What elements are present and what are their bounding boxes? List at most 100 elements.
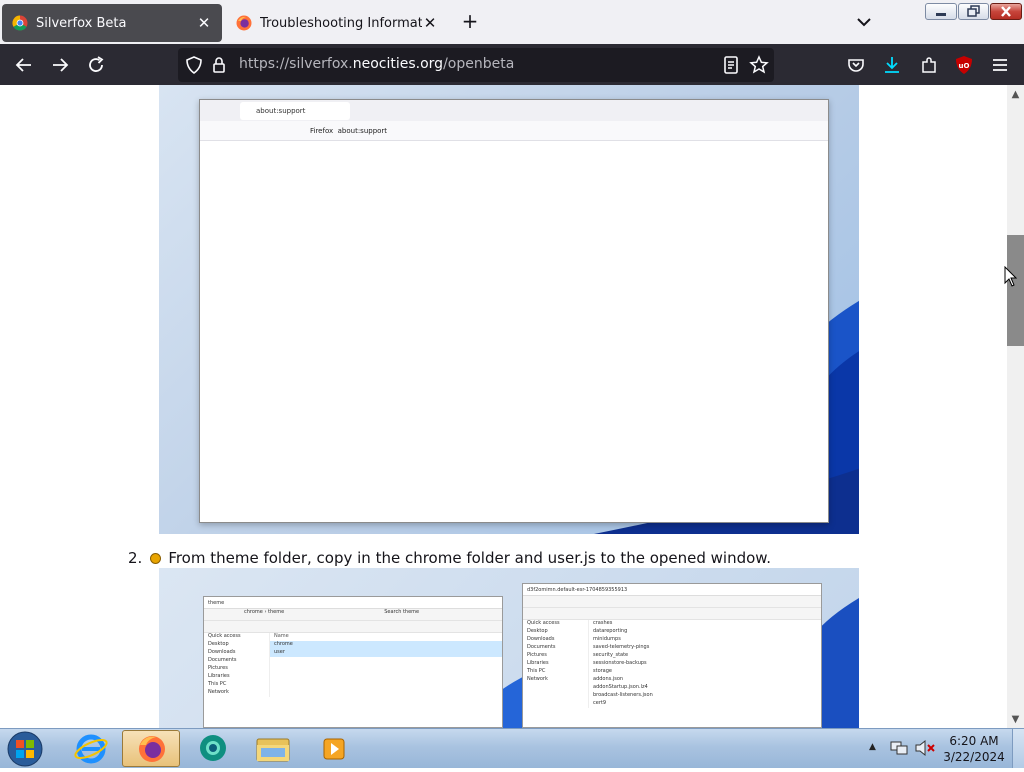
url-text[interactable]: https://silverfox.neocities.org/openbeta <box>239 56 514 72</box>
explorer-nav-pane: Quick access Desktop Downloads Documents… <box>204 633 270 697</box>
file-row: chrome <box>270 641 502 649</box>
new-tab-button[interactable]: + <box>458 10 482 34</box>
inner-nav-bar: Firefox about:support <box>200 121 828 141</box>
forward-arrow-icon[interactable] <box>49 54 71 76</box>
bullet-dot-icon <box>150 552 162 564</box>
pocket-icon[interactable] <box>845 54 867 76</box>
nav-item: Quick access <box>527 620 560 626</box>
inner-tab: about:support <box>240 102 350 120</box>
inner-browser-window: about:support Firefox about:support <box>199 99 829 523</box>
file-row: datareporting <box>593 628 628 634</box>
step2-screenshot: theme chrome › theme Search theme Quick a… <box>159 568 859 728</box>
explorer-address-bar <box>523 596 821 608</box>
tab-strip: Silverfox Beta ✕ Troubleshooting Informa… <box>0 0 1024 44</box>
page-content: about:support Firefox about:support 2. F… <box>0 85 1007 728</box>
file-row: broadcast-listeners.json <box>593 692 653 698</box>
tracking-protection-shield-icon[interactable] <box>183 54 205 76</box>
chrome-logo-icon <box>12 15 28 31</box>
inner-url-text: about:support <box>337 127 388 135</box>
minimize-window-button[interactable] <box>925 3 957 20</box>
inner-tab-label: about:support <box>256 107 306 115</box>
downloads-icon[interactable] <box>881 54 903 76</box>
explorer-ribbon <box>523 608 821 620</box>
file-row: user <box>270 649 502 657</box>
tab-label: Troubleshooting Information <box>260 15 422 31</box>
nav-item: Pictures <box>527 652 547 658</box>
file-row: crashes <box>593 620 613 626</box>
system-clock[interactable]: 6:20 AM 3/22/2024 <box>940 733 1008 765</box>
explorer-title: theme <box>204 597 502 609</box>
clock-date: 3/22/2024 <box>943 750 1005 764</box>
step2-instruction: 2. From theme folder, copy in the chrome… <box>128 549 771 567</box>
restore-icon <box>967 5 980 17</box>
nav-item: Network <box>527 676 548 682</box>
file-row: addons.json <box>593 676 624 682</box>
explorer-ribbon <box>204 621 502 633</box>
column-header: Name <box>270 633 502 641</box>
nav-item: Quick access <box>208 633 241 639</box>
reader-view-icon[interactable] <box>720 54 742 76</box>
step-text: From theme folder, copy in the chrome fo… <box>168 549 771 567</box>
close-tab-icon[interactable]: ✕ <box>196 14 212 32</box>
nav-item: Documents <box>208 657 237 663</box>
file-explorer-icon[interactable] <box>244 730 302 767</box>
list-all-tabs-chevron-icon[interactable] <box>852 10 876 34</box>
explorer-file-list: Name chrome user <box>270 633 502 697</box>
lock-icon[interactable] <box>208 54 230 76</box>
url-prefix: https://silverfox. <box>239 56 353 72</box>
reload-icon[interactable] <box>85 54 107 76</box>
file-row: addonStartup.json.lz4 <box>593 684 648 690</box>
minimize-icon <box>936 13 946 16</box>
file-row: cert9 <box>593 700 607 706</box>
ublock-origin-icon[interactable]: uO <box>953 54 975 76</box>
inner-tab-strip: about:support <box>200 100 828 121</box>
explorer-nav-pane: Quick access Desktop Downloads Documents… <box>523 620 589 708</box>
volume-muted-icon[interactable] <box>914 739 936 757</box>
scrollbar-thumb[interactable] <box>1007 235 1024 346</box>
firefox-logo-icon <box>236 15 252 31</box>
nav-item: This PC <box>208 681 227 687</box>
windows-start-orb-icon[interactable] <box>5 730 45 768</box>
explorer-window-theme: theme chrome › theme Search theme Quick a… <box>203 596 503 728</box>
browser-app-icon[interactable] <box>184 730 242 767</box>
explorer-path: chrome › theme <box>244 609 285 615</box>
nav-item: Pictures <box>208 665 228 671</box>
back-arrow-icon[interactable] <box>13 54 35 76</box>
tab-label: Silverfox Beta <box>36 15 127 31</box>
close-tab-icon[interactable]: ✕ <box>422 14 438 32</box>
nav-item: Downloads <box>208 649 236 655</box>
media-player-icon[interactable] <box>305 730 363 767</box>
clock-time: 6:20 AM <box>949 734 999 748</box>
explorer-file-list: crashes datareporting minidumps saved-te… <box>589 620 821 708</box>
hamburger-menu-icon[interactable] <box>989 54 1011 76</box>
show-desktop-button[interactable] <box>1012 729 1024 768</box>
tab-silverfox-beta[interactable]: Silverfox Beta ✕ <box>2 4 222 42</box>
vertical-scrollbar[interactable] <box>1007 85 1024 728</box>
tab-troubleshooting-information[interactable]: Troubleshooting Information ✕ <box>226 4 448 42</box>
explorer-window-profile: d3f2omimn.default-esr-1704859355913 Quic… <box>522 583 822 728</box>
restore-window-button[interactable] <box>958 3 989 20</box>
explorer-address-bar: chrome › theme Search theme <box>204 609 502 621</box>
file-row: saved-telemetry-pings <box>593 644 650 650</box>
close-window-button[interactable] <box>990 3 1022 20</box>
file-row: storage <box>593 668 612 674</box>
extensions-puzzle-icon[interactable] <box>918 54 940 76</box>
taskbar-firefox-button[interactable] <box>122 730 180 767</box>
mouse-cursor-icon <box>1004 266 1018 287</box>
close-window-icon <box>1001 6 1011 17</box>
svg-text:uO: uO <box>959 62 970 70</box>
url-domain: neocities.org <box>352 56 444 72</box>
url-path: /openbeta <box>443 56 515 72</box>
column-name: Name <box>274 633 289 639</box>
scroll-up-arrow-icon[interactable]: ▲ <box>1009 88 1022 101</box>
internet-explorer-icon[interactable] <box>62 730 120 767</box>
nav-item: Libraries <box>527 660 549 666</box>
show-hidden-icons-arrow-icon[interactable]: ▲ <box>869 742 876 752</box>
network-icon[interactable] <box>889 739 909 757</box>
scroll-down-arrow-icon[interactable]: ▼ <box>1009 713 1022 726</box>
nav-item: This PC <box>527 668 546 674</box>
bookmark-star-icon[interactable] <box>748 54 770 76</box>
file-row: security_state <box>593 652 629 658</box>
nav-item: Downloads <box>527 636 555 642</box>
file-row: sessionstore-backups <box>593 660 647 666</box>
